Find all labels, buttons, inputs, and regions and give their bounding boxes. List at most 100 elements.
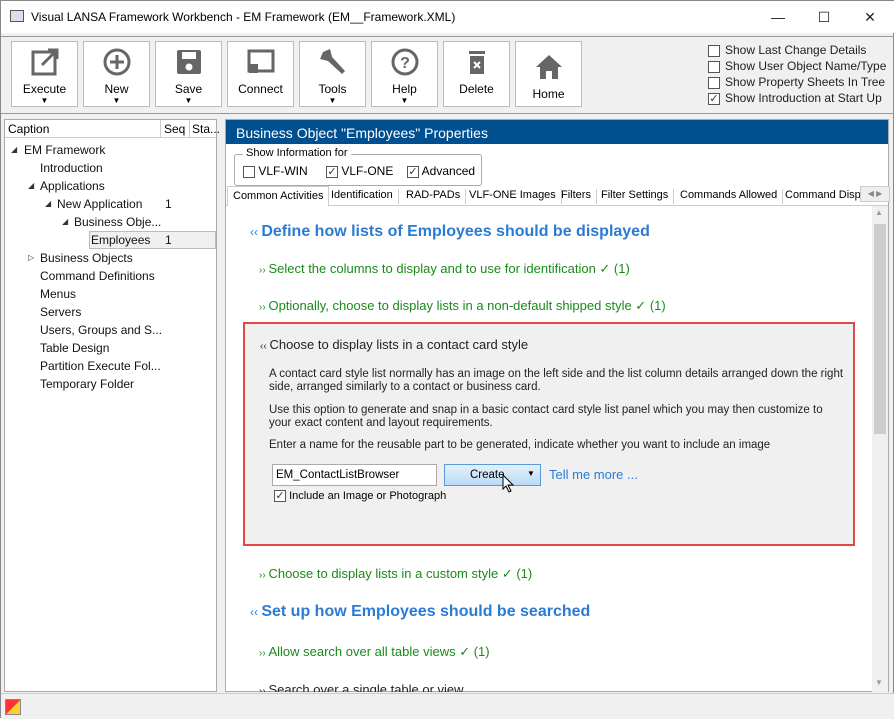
item-select-columns[interactable]: ›› Select the columns to display and to … bbox=[259, 261, 630, 277]
tab-rad-pads[interactable]: RAD-PADs bbox=[401, 189, 467, 204]
tree-item[interactable]: Users, Groups and S... bbox=[5, 321, 216, 339]
checkbox[interactable] bbox=[708, 44, 720, 57]
card-description-3: Enter a name for the reusable part to be… bbox=[269, 439, 771, 451]
heading-search[interactable]: ‹‹ Set up how Employees should be search… bbox=[250, 603, 590, 621]
checkbox[interactable] bbox=[708, 60, 720, 73]
execute-button[interactable]: Execute ▼ bbox=[11, 41, 78, 107]
option-vlf-one[interactable]: ✓ VLF-ONE bbox=[326, 164, 393, 178]
collapse-arrow-icon[interactable]: ◢ bbox=[62, 217, 68, 226]
tab-filter-settings[interactable]: Filter Settings bbox=[596, 189, 675, 204]
expand-arrow-icon[interactable]: ▷ bbox=[28, 253, 34, 262]
question-icon: ? bbox=[391, 48, 419, 76]
tree-item[interactable]: Partition Execute Fol... bbox=[5, 357, 216, 375]
mouse-cursor-icon bbox=[502, 474, 515, 493]
delete-button[interactable]: Delete bbox=[443, 41, 510, 107]
card-description-2: Use this option to generate and snap in … bbox=[269, 404, 823, 429]
tab-scroll-arrows[interactable]: ◀ ▶ bbox=[860, 186, 890, 202]
collapse-icon: ‹‹ bbox=[250, 605, 262, 619]
tell-me-more-link[interactable]: Tell me more ... bbox=[549, 467, 638, 482]
tree-item[interactable]: Menus bbox=[5, 285, 216, 303]
plus-circle-icon bbox=[103, 48, 131, 76]
column-caption[interactable]: Caption bbox=[8, 122, 49, 136]
tree-item[interactable]: ◢ New Application 1 bbox=[5, 195, 216, 213]
item-search-all-views[interactable]: ›› Allow search over all table views ✓ (… bbox=[259, 644, 490, 660]
connect-button[interactable]: Connect bbox=[227, 41, 294, 107]
option-vlf-win[interactable]: VLF-WIN bbox=[243, 164, 308, 178]
group-legend: Show Information for bbox=[243, 147, 351, 159]
tree-item[interactable]: Temporary Folder bbox=[5, 375, 216, 393]
tab-vlf-one-images[interactable]: VLF-ONE Images bbox=[464, 189, 562, 204]
option-show-introduction[interactable]: ✓ Show Introduction at Start Up bbox=[708, 91, 882, 105]
collapse-arrow-icon[interactable]: ◢ bbox=[28, 181, 34, 190]
collapse-arrow-icon[interactable]: ◢ bbox=[45, 199, 51, 208]
tree-item[interactable]: ▷ Business Objects bbox=[5, 249, 216, 267]
framework-tree[interactable]: Caption Seq Sta... ◢ EM Framework Introduc… bbox=[4, 119, 220, 692]
tree-item[interactable]: Employees 1 bbox=[5, 231, 216, 249]
option-show-property-sheets[interactable]: Show Property Sheets In Tree bbox=[708, 75, 885, 89]
tree-item[interactable]: ◢ Applications bbox=[5, 177, 216, 195]
checkbox-checked[interactable]: ✓ bbox=[274, 490, 286, 503]
checkbox-checked[interactable]: ✓ bbox=[407, 165, 419, 178]
tab-command-display[interactable]: Command Displa bbox=[780, 189, 862, 204]
dropdown-arrow-icon[interactable]: ▼ bbox=[527, 469, 535, 478]
svg-text:?: ? bbox=[400, 55, 410, 72]
cast-icon bbox=[247, 49, 275, 73]
scroll-down-icon[interactable]: ▼ bbox=[875, 678, 883, 687]
minimize-button[interactable]: — bbox=[755, 5, 801, 29]
status-bar bbox=[1, 693, 894, 719]
tree-item[interactable]: ◢ EM Framework bbox=[5, 141, 216, 159]
tree-item[interactable]: Servers bbox=[5, 303, 216, 321]
wrench-icon bbox=[320, 49, 345, 74]
checkbox-label: Include an Image or Photograph bbox=[289, 490, 447, 502]
item-custom-style[interactable]: ›› Choose to display lists in a custom s… bbox=[259, 566, 532, 582]
heading-lists-display[interactable]: ‹‹ Define how lists of Employees should … bbox=[250, 223, 650, 241]
tree-item[interactable]: Table Design bbox=[5, 339, 216, 357]
maximize-button[interactable]: ☐ bbox=[801, 5, 847, 29]
collapse-icon: ‹‹ bbox=[250, 225, 262, 239]
checkbox-checked[interactable]: ✓ bbox=[326, 165, 338, 178]
tab-common-activities[interactable]: Common Activities bbox=[227, 186, 330, 206]
option-show-last-change[interactable]: Show Last Change Details bbox=[708, 43, 866, 57]
card-title[interactable]: ‹‹ Choose to display lists in a contact … bbox=[260, 337, 528, 352]
vertical-scrollbar[interactable]: ▲ ▼ bbox=[872, 206, 888, 692]
tree-item-label: Users, Groups and S... bbox=[40, 323, 163, 337]
item-search-single-table[interactable]: ›› Search over a single table or view bbox=[259, 682, 464, 692]
card-title-text: Choose to display lists in a contact car… bbox=[269, 337, 529, 352]
connect-label: Connect bbox=[238, 82, 283, 96]
home-button[interactable]: Home bbox=[515, 41, 582, 107]
include-image-checkbox[interactable]: ✓ Include an Image or Photograph bbox=[274, 490, 447, 503]
tree-item[interactable]: ◢ Business Obje... bbox=[5, 213, 216, 231]
column-status[interactable]: Sta... bbox=[192, 122, 220, 136]
help-button[interactable]: ? Help ▼ bbox=[371, 41, 438, 107]
tree-item-label: Business Obje... bbox=[74, 215, 162, 229]
checkbox[interactable] bbox=[243, 165, 255, 178]
tab-identification[interactable]: Identification bbox=[326, 189, 399, 204]
create-dropdown-button[interactable]: Create ▼ bbox=[444, 464, 541, 486]
tree-item-label: Applications bbox=[40, 179, 105, 193]
option-show-user-object[interactable]: Show User Object Name/Type bbox=[708, 59, 886, 73]
option-advanced[interactable]: ✓ Advanced bbox=[407, 164, 475, 178]
checkbox-checked[interactable]: ✓ bbox=[708, 92, 720, 105]
save-button[interactable]: Save ▼ bbox=[155, 41, 222, 107]
status-icon[interactable] bbox=[5, 699, 21, 715]
dropdown-arrow-icon: ▼ bbox=[328, 96, 337, 105]
home-icon bbox=[536, 55, 562, 79]
trash-icon bbox=[469, 51, 485, 74]
scroll-up-icon[interactable]: ▲ bbox=[875, 208, 883, 217]
item-text: Allow search over all table views ✓ (1) bbox=[268, 644, 490, 659]
new-button[interactable]: New ▼ bbox=[83, 41, 150, 107]
tree-item[interactable]: Introduction bbox=[5, 159, 216, 177]
close-button[interactable]: ✕ bbox=[847, 5, 893, 29]
tab-commands-allowed[interactable]: Commands Allowed bbox=[675, 189, 784, 204]
part-name-input[interactable] bbox=[272, 464, 437, 486]
collapse-arrow-icon[interactable]: ◢ bbox=[11, 145, 17, 154]
tree-item[interactable]: Command Definitions bbox=[5, 267, 216, 285]
dropdown-arrow-icon: ▼ bbox=[112, 96, 121, 105]
tab-filters[interactable]: Filters bbox=[556, 189, 597, 204]
item-shipped-style[interactable]: ›› Optionally, choose to display lists i… bbox=[259, 298, 666, 314]
checkbox[interactable] bbox=[708, 76, 720, 89]
title-bar: Visual LANSA Framework Workbench - EM Fr… bbox=[1, 1, 894, 33]
scrollbar-thumb[interactable] bbox=[874, 224, 886, 434]
column-seq[interactable]: Seq bbox=[164, 122, 185, 136]
tools-button[interactable]: Tools ▼ bbox=[299, 41, 366, 107]
